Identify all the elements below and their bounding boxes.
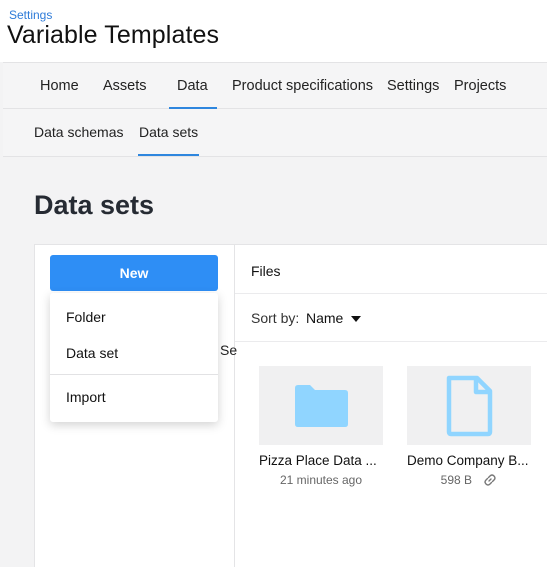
obscured-label: Se — [220, 342, 238, 358]
menu-item-data-set[interactable]: Data set — [50, 336, 218, 370]
tile-thumbnail — [407, 366, 531, 445]
menu-divider — [50, 374, 218, 375]
tab-assets[interactable]: Assets — [103, 63, 147, 109]
tab-settings[interactable]: Settings — [387, 63, 439, 109]
tab-home[interactable]: Home — [40, 63, 79, 109]
new-button[interactable]: New — [50, 255, 218, 291]
app-header: Settings Variable Templates — [0, 0, 547, 62]
menu-item-import[interactable]: Import — [50, 380, 218, 414]
file-meta: 598 B — [407, 473, 531, 487]
breadcrumb-settings[interactable]: Settings — [9, 8, 52, 22]
files-panel: Files Sort by: Name Pizza Place Data ...… — [235, 244, 547, 567]
tab-projects[interactable]: Projects — [454, 63, 506, 109]
tab-data-schemas[interactable]: Data schemas — [34, 109, 123, 156]
file-size: 598 B — [440, 473, 472, 487]
tab-data-sets[interactable]: Data sets — [137, 109, 200, 156]
folder-icon — [295, 385, 348, 427]
page-header-title: Variable Templates — [7, 21, 220, 49]
sort-row: Sort by: Name — [235, 294, 547, 342]
tab-product-specifications[interactable]: Product specifications — [232, 63, 373, 109]
sort-select[interactable]: Name — [306, 310, 343, 326]
sub-navigation: Data schemas Data sets — [3, 109, 547, 157]
tab-data[interactable]: Data — [169, 63, 217, 109]
file-name: Demo Company B... — [407, 453, 529, 468]
tile-thumbnail — [259, 366, 383, 445]
page-title: Data sets — [34, 190, 155, 220]
file-icon — [446, 375, 493, 437]
file-name: Pizza Place Data ... — [259, 453, 377, 468]
caret-down-icon[interactable] — [351, 316, 361, 322]
main-navigation: Home Assets Data Product specifications … — [3, 62, 547, 109]
menu-item-folder[interactable]: Folder — [50, 300, 218, 334]
files-title: Files — [251, 263, 281, 279]
link-icon[interactable] — [483, 473, 497, 487]
sort-label: Sort by: — [251, 310, 300, 326]
file-meta: 21 minutes ago — [279, 473, 363, 487]
new-menu: Folder Data set Import — [50, 293, 218, 422]
files-header: Files — [235, 245, 547, 294]
